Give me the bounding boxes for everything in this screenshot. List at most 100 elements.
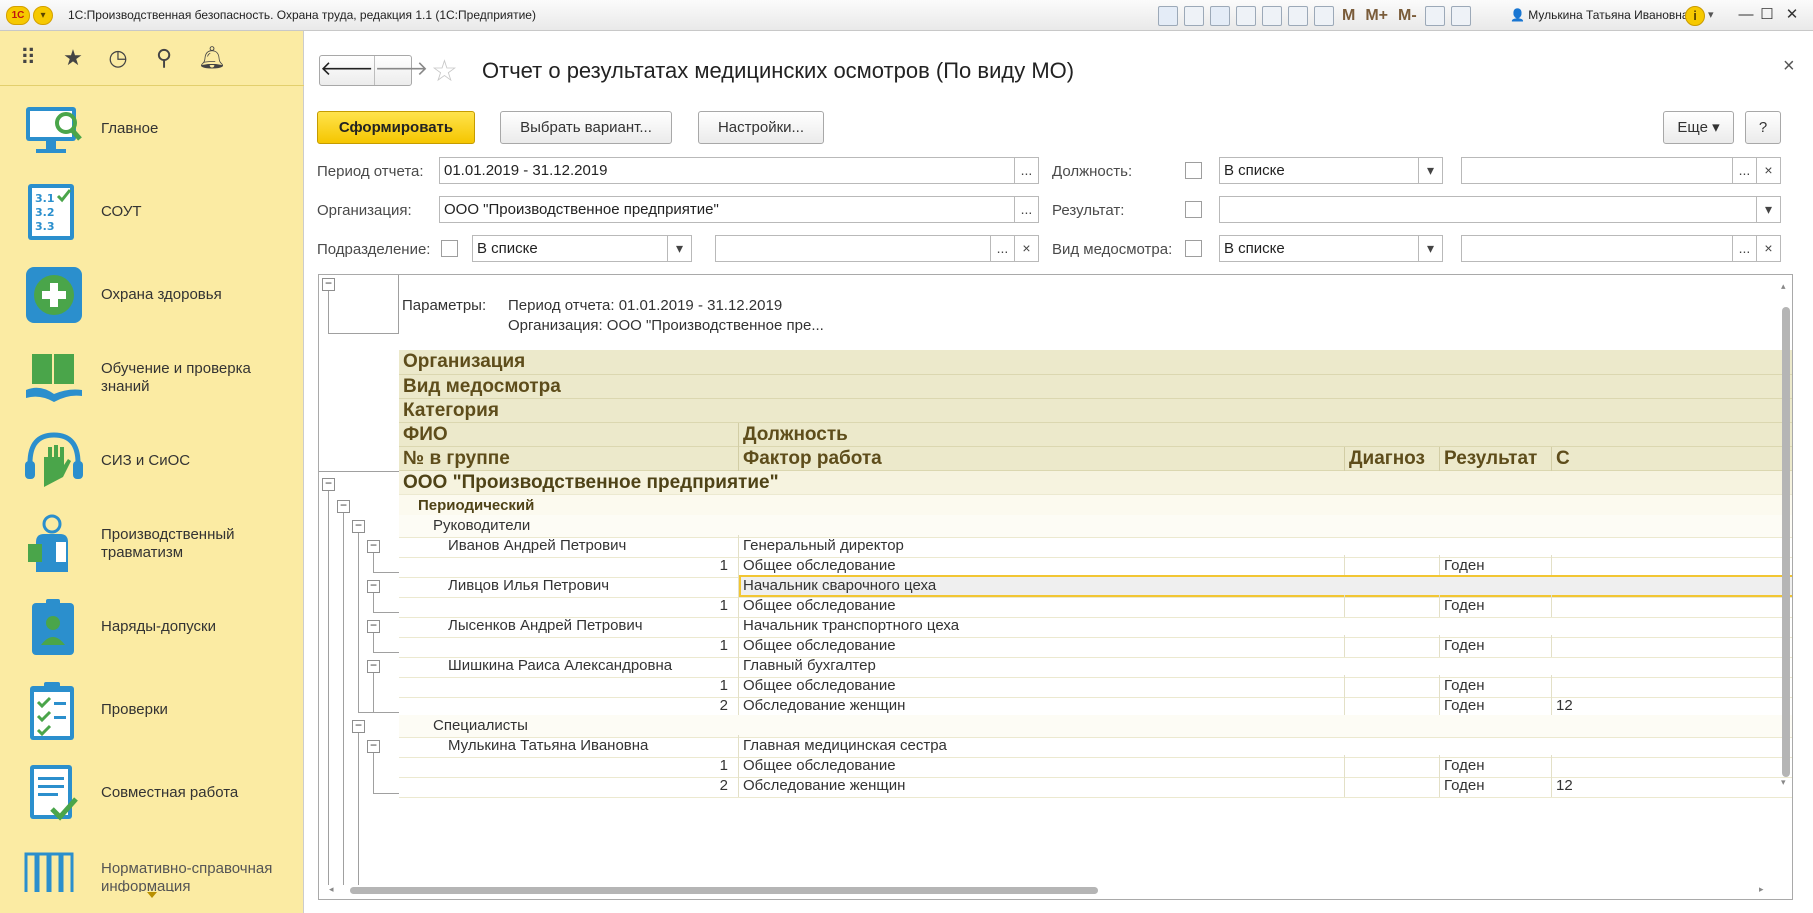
add-to-favorites-star-icon[interactable]: ☆ bbox=[431, 54, 458, 89]
sidebar-item-collaboration[interactable]: Совместная работа bbox=[0, 751, 303, 834]
header-cell: Организация bbox=[399, 350, 1792, 374]
apps-grid-icon[interactable]: ⠿ bbox=[13, 45, 43, 71]
exam-type-value-field[interactable] bbox=[1461, 235, 1733, 262]
vertical-scroll-thumb[interactable] bbox=[1782, 307, 1790, 777]
fio-cell: Шишкина Раиса Александровна bbox=[444, 655, 739, 677]
scroll-left-icon[interactable]: ◂ bbox=[329, 884, 334, 895]
collapse-icon[interactable]: − bbox=[367, 579, 380, 593]
collapse-icon[interactable]: − bbox=[367, 659, 380, 673]
chevron-down-icon[interactable]: ▾ bbox=[1708, 8, 1714, 21]
back-button[interactable]: 🡐 bbox=[320, 56, 374, 85]
memory-m-button[interactable]: M bbox=[1340, 7, 1357, 25]
choose-variant-button[interactable]: Выбрать вариант... bbox=[500, 111, 672, 144]
forward-button[interactable]: 🡒 bbox=[373, 56, 428, 85]
minimize-button[interactable]: — bbox=[1735, 5, 1757, 25]
scroll-down-icon[interactable] bbox=[147, 892, 157, 898]
exam-type-select-button[interactable]: ... bbox=[1732, 235, 1757, 262]
collapse-icon[interactable]: − bbox=[367, 619, 380, 633]
collapse-icon[interactable]: − bbox=[367, 539, 380, 553]
sidebar-item-ppe[interactable]: СИЗ и СиОС bbox=[0, 419, 303, 502]
exam-type-mode-select[interactable]: В списке bbox=[1219, 235, 1419, 262]
sidebar-item-sout[interactable]: 3.1 3.2 3.3 СОУТ bbox=[0, 170, 303, 253]
result-checkbox[interactable] bbox=[1185, 201, 1202, 218]
collapse-icon[interactable]: − bbox=[352, 719, 365, 733]
position-value-field[interactable] bbox=[1461, 157, 1733, 184]
sidebar-item-main[interactable]: Главное bbox=[0, 87, 303, 170]
position-mode-dropdown[interactable]: ▾ bbox=[1418, 157, 1443, 184]
more-menu-button[interactable]: Еще ▾ bbox=[1663, 111, 1734, 144]
svg-text:3.2: 3.2 bbox=[35, 206, 55, 219]
scroll-right-icon[interactable]: ▸ bbox=[1759, 884, 1764, 895]
exam-type-checkbox[interactable] bbox=[1185, 240, 1202, 257]
subdivision-checkbox[interactable] bbox=[441, 240, 458, 257]
sidebar-item-training[interactable]: Обучение и проверка знаний bbox=[0, 336, 303, 419]
info-icon[interactable]: i bbox=[1685, 6, 1705, 26]
period-select-button[interactable]: ... bbox=[1014, 157, 1039, 184]
report-spreadsheet[interactable]: − Параметры: Период отчета: 01.01.2019 -… bbox=[318, 274, 1793, 900]
horizontal-scroll-thumb[interactable] bbox=[350, 887, 1098, 894]
period-field[interactable]: 01.01.2019 - 31.12.2019 bbox=[439, 157, 1015, 184]
settings-button[interactable]: Настройки... bbox=[698, 111, 824, 144]
horizontal-scrollbar[interactable]: ◂ ▸ bbox=[319, 881, 1784, 899]
scroll-up-icon[interactable]: ▴ bbox=[1781, 281, 1786, 292]
group-row-organization[interactable]: ООО "Производственное предприятие" bbox=[399, 471, 1792, 495]
position-cell-selected[interactable]: Начальник сварочного цеха bbox=[739, 575, 1792, 597]
tree-line bbox=[373, 652, 399, 653]
header-cell: Диагноз bbox=[1345, 447, 1440, 471]
position-mode-select[interactable]: В списке bbox=[1219, 157, 1419, 184]
result-dropdown[interactable]: ▾ bbox=[1756, 196, 1781, 223]
collapse-icon[interactable]: − bbox=[337, 499, 350, 513]
result-select[interactable] bbox=[1219, 196, 1771, 223]
print-icon[interactable] bbox=[1184, 6, 1204, 26]
preview-icon[interactable] bbox=[1210, 6, 1230, 26]
collapse-icon[interactable]: − bbox=[352, 519, 365, 533]
sidebar-item-injuries[interactable]: Производственный травматизм bbox=[0, 502, 303, 585]
organization-select-button[interactable]: ... bbox=[1014, 196, 1039, 223]
vertical-scrollbar[interactable]: ▴ ▾ bbox=[1780, 279, 1790, 899]
collapse-icon[interactable]: − bbox=[367, 739, 380, 753]
position-clear-button[interactable]: × bbox=[1756, 157, 1781, 184]
scroll-down-icon[interactable]: ▾ bbox=[1781, 777, 1786, 788]
download-icon[interactable] bbox=[1262, 6, 1282, 26]
exam-type-clear-button[interactable]: × bbox=[1756, 235, 1781, 262]
result-cell: Годен bbox=[1440, 695, 1552, 717]
sidebar-item-permits[interactable]: Наряды-допуски bbox=[0, 585, 303, 668]
zoom-icon[interactable] bbox=[1424, 6, 1445, 26]
calendar-icon[interactable] bbox=[1314, 6, 1334, 26]
panels-icon[interactable] bbox=[1450, 6, 1471, 26]
favorites-star-icon[interactable]: ★ bbox=[58, 45, 88, 71]
subdivision-clear-button[interactable]: × bbox=[1014, 235, 1039, 262]
close-form-button[interactable]: × bbox=[1783, 55, 1795, 78]
memory-mplus-button[interactable]: M+ bbox=[1363, 7, 1390, 25]
subdivision-select-button[interactable]: ... bbox=[990, 235, 1015, 262]
position-checkbox[interactable] bbox=[1185, 162, 1202, 179]
main-menu-button[interactable]: ▾ bbox=[33, 6, 53, 25]
position-select-button[interactable]: ... bbox=[1732, 157, 1757, 184]
upload-icon[interactable] bbox=[1236, 6, 1256, 26]
sidebar-item-health[interactable]: Охрана здоровья bbox=[0, 253, 303, 336]
exam-row[interactable]: 2 Обследование женщин Годен 12 bbox=[399, 775, 1792, 798]
collapse-icon[interactable]: − bbox=[322, 277, 335, 291]
generate-button[interactable]: Сформировать bbox=[317, 111, 475, 144]
notifications-bell-icon[interactable]: 🔔︎ bbox=[197, 45, 227, 71]
book-hand-icon bbox=[26, 354, 82, 402]
help-button[interactable]: ? bbox=[1745, 111, 1781, 144]
sidebar-item-reference[interactable]: Нормативно-справочная информация bbox=[0, 834, 303, 892]
history-icon[interactable]: ◷ bbox=[103, 45, 133, 71]
current-user[interactable]: 👤 Мулькина Татьяна Ивановна bbox=[1510, 8, 1689, 22]
subdivision-mode-select[interactable]: В списке bbox=[472, 235, 668, 262]
window-close-button[interactable]: ✕ bbox=[1781, 5, 1803, 25]
cell: Периодический bbox=[414, 495, 1792, 517]
search-icon[interactable]: ⚲ bbox=[149, 45, 179, 71]
organization-field[interactable]: ООО "Производственное предприятие" bbox=[439, 196, 1015, 223]
save-icon[interactable] bbox=[1158, 6, 1178, 26]
maximize-button[interactable]: ☐ bbox=[1756, 5, 1778, 25]
sidebar-item-label: Производственный травматизм bbox=[101, 526, 235, 561]
collapse-icon[interactable]: − bbox=[322, 477, 335, 491]
exam-type-mode-dropdown[interactable]: ▾ bbox=[1418, 235, 1443, 262]
subdivision-mode-dropdown[interactable]: ▾ bbox=[667, 235, 692, 262]
sidebar-item-inspections[interactable]: Проверки bbox=[0, 668, 303, 751]
calculator-icon[interactable] bbox=[1288, 6, 1308, 26]
subdivision-value-field[interactable] bbox=[715, 235, 991, 262]
memory-mminus-button[interactable]: M- bbox=[1396, 7, 1419, 25]
